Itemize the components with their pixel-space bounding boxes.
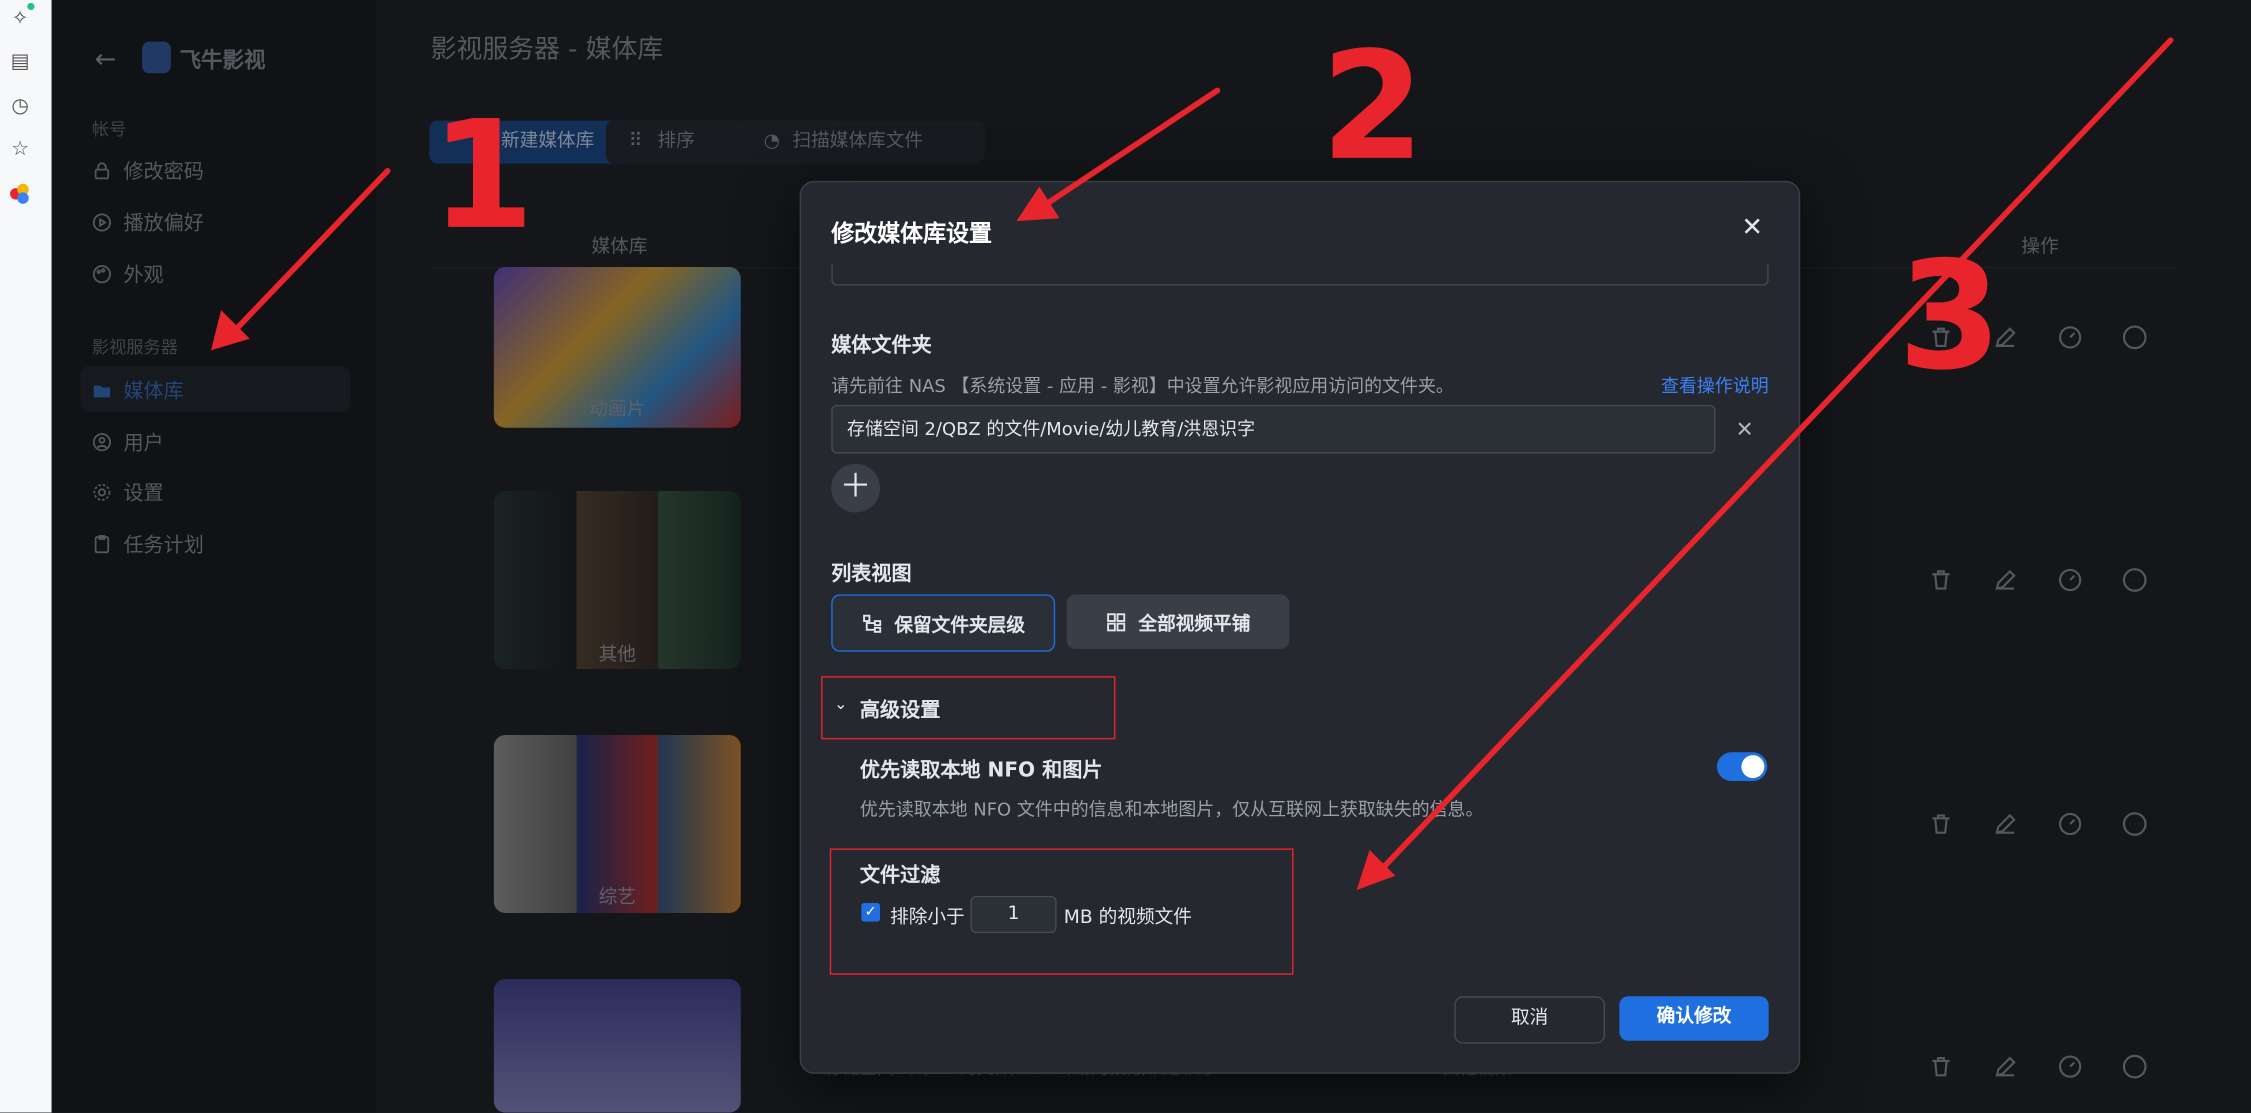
arrow-3-line	[1375, 37, 2174, 876]
annotation-arrows	[211, 37, 2174, 891]
arrow-1-head	[211, 310, 250, 351]
arrow-3-head	[1356, 849, 1396, 891]
annotation-number-3: 3	[1897, 228, 2002, 404]
annotation-number-2: 2	[1320, 18, 1425, 194]
arrow-2-head	[1016, 186, 1060, 222]
arrow-2-line	[1035, 87, 1221, 213]
annotation-number-1: 1	[430, 87, 535, 263]
screen: ✧ ▤ ◷ ☆ ← 飞牛影视 帐号 修改密码 播放偏好 外观 影视服务器 媒体库…	[0, 0, 2251, 1113]
arrow-1-line	[226, 167, 391, 339]
